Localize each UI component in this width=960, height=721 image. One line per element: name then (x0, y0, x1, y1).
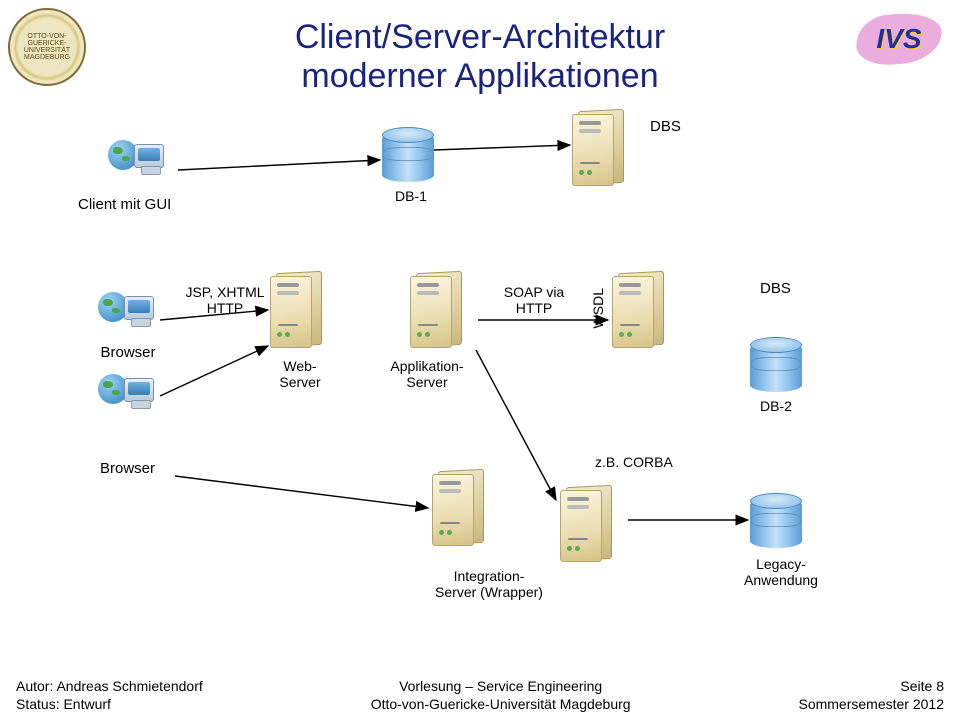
monitor-icon (124, 296, 154, 320)
footer-right: Seite 8 Sommersemester 2012 (798, 677, 944, 713)
footer-uni: Otto-von-Guericke-Universität Magdeburg (203, 695, 799, 713)
integration-server-label: Integration- Server (Wrapper) (424, 568, 554, 600)
wsdl-label: WSDL (590, 288, 606, 328)
browser1-icon (98, 290, 154, 340)
client-gui-label: Client mit GUI (78, 196, 171, 213)
footer: Autor: Andreas Schmietendorf Status: Ent… (0, 677, 960, 713)
page-title: Client/Server-Architektur moderner Appli… (295, 18, 665, 96)
db1-label: DB-1 (395, 188, 427, 204)
monitor-icon (124, 378, 154, 402)
browser2-label: Browser (100, 460, 155, 477)
footer-term: Sommersemester 2012 (798, 695, 944, 713)
footer-center: Vorlesung – Service Engineering Otto-von… (203, 677, 799, 713)
legacy-cylinder-icon (750, 492, 802, 548)
integration-server-icon-2 (560, 476, 618, 564)
seal-text: OTTO-VON-GUERICKE-UNIVERSITÄT MAGDEBURG (10, 33, 84, 61)
ivs-logo: IVS (856, 14, 942, 64)
legacy-label: Legacy- Anwendung (736, 556, 826, 588)
db1-cylinder-icon (382, 126, 434, 182)
webserver-icon (270, 262, 328, 350)
soap-label: SOAP via HTTP (498, 284, 570, 316)
dbs-right-label: DBS (760, 280, 791, 297)
db2-cylinder-icon (750, 336, 802, 392)
title-line-2: moderner Applikationen (301, 57, 658, 95)
jsp-label: JSP, XHTML HTTP (180, 284, 270, 316)
corba-label: z.B. CORBA (595, 454, 673, 470)
university-seal-icon: OTTO-VON-GUERICKE-UNIVERSITÄT MAGDEBURG (8, 8, 86, 86)
browser1b-icon (98, 372, 154, 422)
ivs-label: IVS (856, 14, 942, 64)
footer-lecture: Vorlesung – Service Engineering (203, 677, 799, 695)
db2-label: DB-2 (760, 398, 792, 414)
webserver-label: Web- Server (268, 358, 332, 390)
title-line-1: Client/Server-Architektur (295, 18, 665, 56)
appserver-icon (410, 262, 468, 350)
footer-page: Seite 8 (798, 677, 944, 695)
client-gui-icon (108, 138, 164, 188)
dbs-top-server-icon (572, 100, 630, 188)
footer-status: Status: Entwurf (16, 695, 203, 713)
wsdl-server-icon (612, 262, 670, 350)
integration-server-icon (432, 460, 490, 548)
browser1-label: Browser (90, 344, 166, 361)
footer-author: Autor: Andreas Schmietendorf (16, 677, 203, 695)
appserver-label: Applikation- Server (372, 358, 482, 390)
monitor-icon (134, 144, 164, 168)
footer-left: Autor: Andreas Schmietendorf Status: Ent… (16, 677, 203, 713)
architecture-diagram: Client mit GUI DB-1 DBS Browser JSP, XHT… (0, 120, 960, 661)
dbs-top-label: DBS (650, 118, 681, 135)
